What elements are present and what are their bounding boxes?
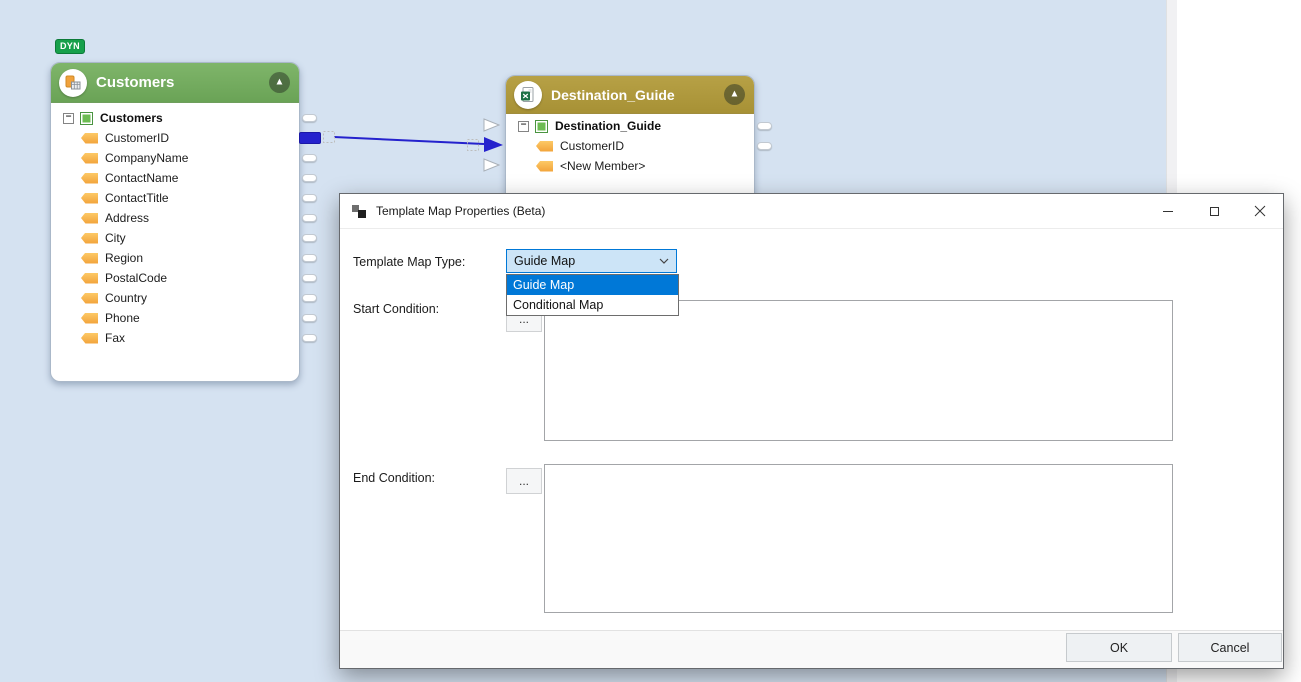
attribute-tag-icon — [81, 233, 98, 244]
collapse-node-button[interactable]: ▲ — [269, 72, 290, 93]
output-port[interactable] — [302, 154, 317, 162]
end-condition-input[interactable] — [544, 464, 1173, 613]
chevron-down-icon — [659, 258, 669, 264]
template-map-type-dropdown: Guide Map Conditional Map — [506, 274, 679, 316]
table-source-icon — [59, 69, 87, 97]
tree-row-field[interactable]: City — [51, 228, 299, 248]
attribute-tag-icon — [81, 153, 98, 164]
start-condition-input[interactable] — [544, 300, 1173, 441]
attribute-tag-icon — [81, 313, 98, 324]
output-port[interactable] — [302, 174, 317, 182]
target-node-title: Destination_Guide — [551, 87, 675, 103]
app-window-icon — [352, 204, 367, 219]
tree-row-field[interactable]: Fax — [51, 328, 299, 348]
element-square-icon — [80, 112, 93, 125]
end-condition-browse-button[interactable]: ... — [506, 468, 542, 494]
tree-row-field[interactable]: Region — [51, 248, 299, 268]
combobox-value: Guide Map — [514, 254, 575, 268]
excel-target-icon — [514, 81, 542, 109]
expander-icon[interactable]: − — [63, 113, 74, 124]
collapse-triangle-icon: ▲ — [275, 77, 285, 87]
attribute-tag-icon — [81, 193, 98, 204]
target-node-body: − Destination_Guide CustomerID <New Memb… — [506, 114, 754, 176]
minimize-icon — [1163, 211, 1173, 212]
attribute-tag-icon — [536, 141, 553, 152]
output-port[interactable] — [302, 274, 317, 282]
attribute-tag-icon — [81, 173, 98, 184]
output-port[interactable] — [757, 122, 772, 130]
source-node-body: − Customers CustomerID CompanyName Conta… — [51, 103, 299, 348]
tree-row-field[interactable]: CompanyName — [51, 148, 299, 168]
attribute-tag-icon — [536, 161, 553, 172]
cancel-button[interactable]: Cancel — [1178, 633, 1282, 662]
output-port[interactable] — [302, 194, 317, 202]
template-map-type-label: Template Map Type: — [353, 255, 465, 269]
source-node-customers[interactable]: Customers ▲ − Customers CustomerID Compa… — [50, 62, 300, 382]
dropdown-option-guide-map[interactable]: Guide Map — [507, 275, 678, 295]
attribute-tag-icon — [81, 253, 98, 264]
tree-row-root[interactable]: − Customers — [51, 108, 299, 128]
attribute-tag-icon — [81, 133, 98, 144]
minimize-button[interactable] — [1145, 194, 1191, 229]
end-condition-label: End Condition: — [353, 471, 435, 485]
template-map-type-combobox[interactable]: Guide Map — [506, 249, 677, 273]
start-condition-label: Start Condition: — [353, 302, 439, 316]
attribute-tag-icon — [81, 273, 98, 284]
output-port[interactable] — [302, 334, 317, 342]
source-node-title: Customers — [96, 74, 174, 91]
attribute-tag-icon — [81, 213, 98, 224]
collapse-node-button[interactable]: ▲ — [724, 84, 745, 105]
dyn-badge: DYN — [55, 39, 85, 54]
attribute-tag-icon — [81, 293, 98, 304]
dialog-title: Template Map Properties (Beta) — [376, 204, 545, 218]
tree-row-field[interactable]: <New Member> — [506, 156, 754, 176]
output-port[interactable] — [302, 254, 317, 262]
window-controls — [1145, 194, 1283, 229]
source-node-header[interactable]: Customers ▲ — [51, 63, 299, 103]
dropdown-option-conditional-map[interactable]: Conditional Map — [507, 295, 678, 315]
connected-output-port[interactable] — [299, 132, 321, 144]
tree-row-field[interactable]: Phone — [51, 308, 299, 328]
output-port[interactable] — [302, 314, 317, 322]
element-square-icon — [535, 120, 548, 133]
attribute-tag-icon — [81, 333, 98, 344]
tree-row-field[interactable]: CustomerID — [506, 136, 754, 156]
collapse-triangle-icon: ▲ — [730, 89, 740, 99]
tree-row-field[interactable]: ContactName — [51, 168, 299, 188]
target-node-header[interactable]: Destination_Guide ▲ — [506, 76, 754, 114]
tree-row-field[interactable]: Country — [51, 288, 299, 308]
template-map-properties-dialog: Template Map Properties (Beta) Template … — [339, 193, 1284, 669]
output-port[interactable] — [302, 114, 317, 122]
output-port[interactable] — [302, 234, 317, 242]
tree-row-field[interactable]: ContactTitle — [51, 188, 299, 208]
ok-button[interactable]: OK — [1066, 633, 1172, 662]
output-port[interactable] — [302, 214, 317, 222]
output-port[interactable] — [757, 142, 772, 150]
maximize-button[interactable] — [1191, 194, 1237, 229]
tree-row-field[interactable]: Address — [51, 208, 299, 228]
tree-row-field[interactable]: PostalCode — [51, 268, 299, 288]
close-icon — [1254, 205, 1266, 217]
output-port[interactable] — [302, 294, 317, 302]
dialog-titlebar[interactable]: Template Map Properties (Beta) — [340, 194, 1283, 229]
tree-row-field[interactable]: CustomerID — [51, 128, 299, 148]
maximize-icon — [1210, 207, 1219, 216]
close-button[interactable] — [1237, 194, 1283, 229]
expander-icon[interactable]: − — [518, 121, 529, 132]
tree-row-root[interactable]: − Destination_Guide — [506, 116, 754, 136]
